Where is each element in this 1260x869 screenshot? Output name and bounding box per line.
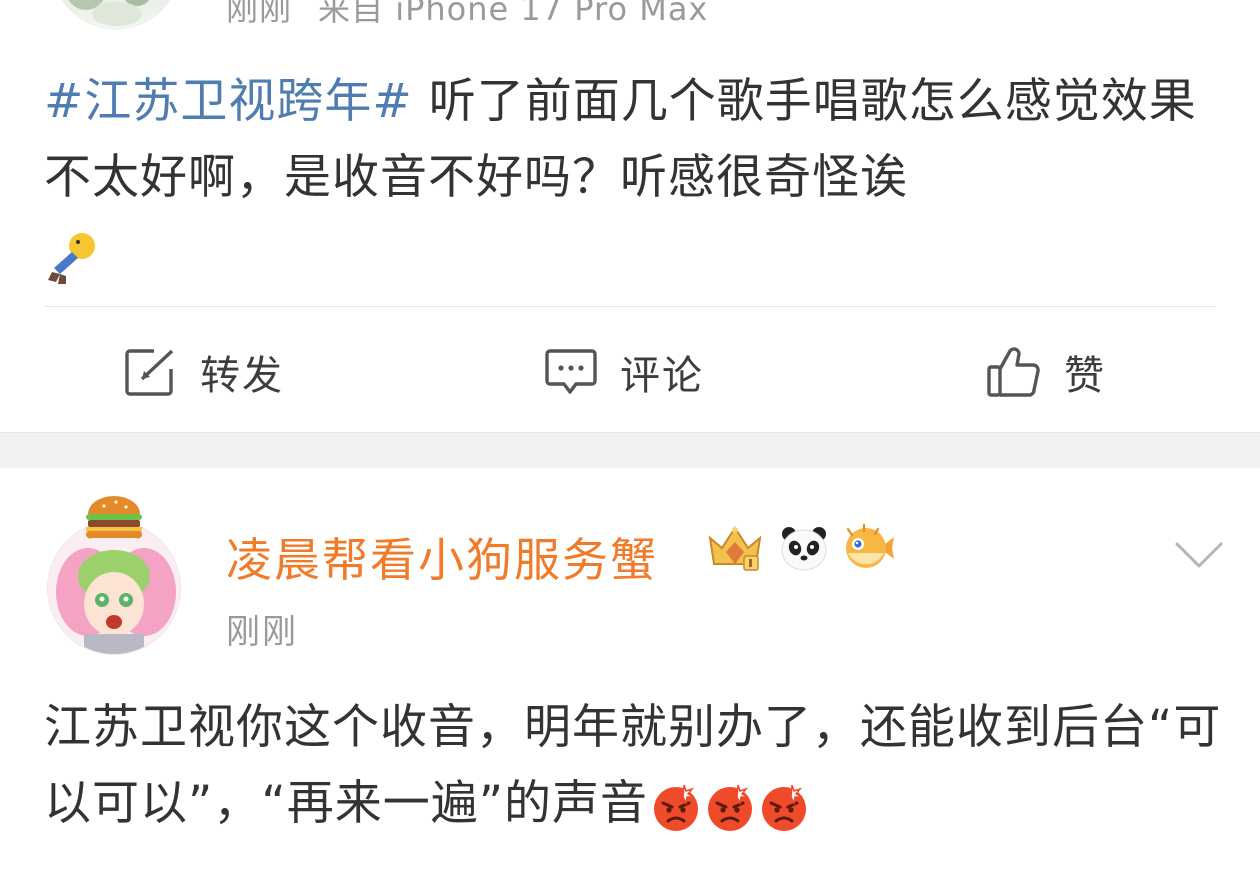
username[interactable]: 凌晨帮看小狗服务蟹	[226, 524, 658, 590]
comment-label: 评论	[620, 353, 704, 399]
avatar[interactable]	[48, 522, 180, 654]
divider	[44, 306, 1216, 307]
post-card-1: 刚刚 来自 iPhone 17 Pro Max #江苏卫视跨年# 听了前面几个歌手…	[0, 0, 1260, 432]
post-meta: 刚刚 来自 iPhone 17 Pro Max	[226, 0, 708, 30]
user-badges	[704, 522, 896, 574]
post-card-2: 凌晨帮看小狗服务蟹 刚刚 江苏卫视你这个收音，明年就别办了，还能收到后台“可以可…	[0, 468, 1260, 869]
post-time: 刚刚	[226, 0, 293, 28]
repost-label: 转发	[200, 353, 284, 399]
comment-icon	[545, 349, 597, 394]
chevron-down-icon[interactable]	[1174, 540, 1224, 570]
post-text: #江苏卫视跨年# 听了前面几个歌手唱歌怎么感觉效果不太好啊，是收音不好吗？听感很…	[44, 64, 1234, 292]
like-button[interactable]: 赞	[986, 336, 1106, 408]
angry-emoji-icon	[708, 784, 753, 831]
panda-icon	[781, 527, 827, 571]
pufferfish-icon	[846, 523, 894, 568]
crown-badge-icon[interactable]	[704, 522, 766, 574]
angry-emoji-icon	[654, 784, 699, 831]
comment-button[interactable]: 评论	[544, 336, 704, 408]
like-label: 赞	[1064, 353, 1106, 399]
post-text: 江苏卫视你这个收音，明年就别办了，还能收到后台“可以可以”，“再来一遍”的声音	[44, 690, 1234, 842]
avatar[interactable]	[52, 0, 180, 30]
repost-icon	[125, 349, 174, 396]
thumbs-up-icon	[987, 347, 1040, 397]
post-source: 来自 iPhone 17 Pro Max	[318, 0, 709, 28]
dizzy-emoji-icon	[44, 228, 102, 286]
topic-link[interactable]: #江苏卫视跨年#	[44, 74, 413, 129]
post-time: 刚刚	[226, 612, 298, 652]
angry-emoji-icon	[762, 784, 807, 831]
post-body: 江苏卫视你这个收音，明年就别办了，还能收到后台“可以可以”，“再来一遍”的声音	[44, 700, 1222, 831]
card-separator	[0, 432, 1260, 469]
burger-icon	[85, 496, 143, 539]
repost-button[interactable]: 转发	[124, 336, 284, 408]
